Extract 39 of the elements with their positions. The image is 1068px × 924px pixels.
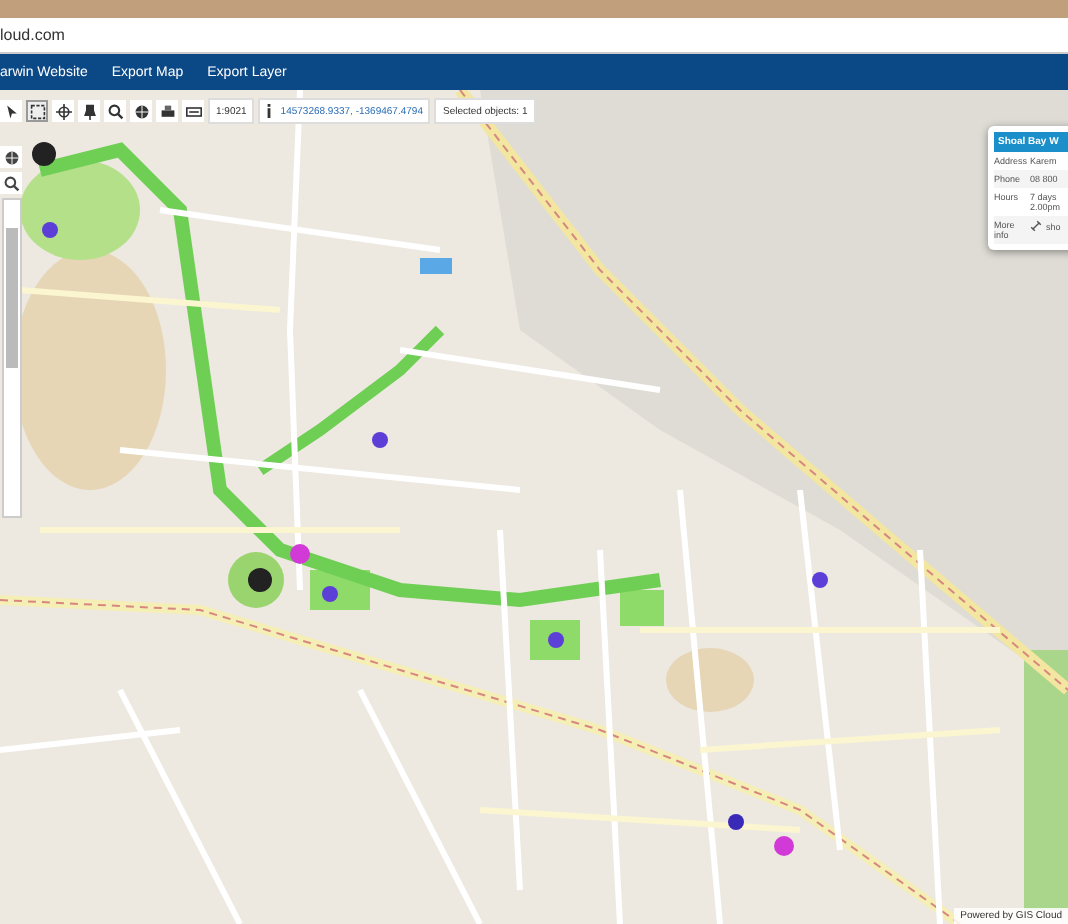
building-marker[interactable]	[420, 258, 452, 274]
cursor-icon	[3, 103, 19, 119]
ball-marker[interactable]	[248, 568, 272, 592]
keyboard-button[interactable]	[182, 100, 204, 122]
zoom-button[interactable]	[0, 172, 22, 194]
pin-icon	[81, 103, 97, 119]
globe-tool-button[interactable]	[130, 100, 152, 122]
printer-icon	[159, 103, 175, 119]
dashed-box-icon	[29, 103, 45, 119]
search-icon	[3, 175, 19, 191]
map-marker[interactable]	[372, 432, 388, 448]
globe-button[interactable]	[0, 146, 22, 168]
map-marker[interactable]	[322, 586, 338, 602]
keyboard-icon	[185, 103, 201, 119]
map-marker[interactable]	[290, 544, 310, 564]
park-area	[620, 590, 664, 626]
pin-tool-button[interactable]	[78, 100, 100, 122]
info-icon	[266, 104, 273, 118]
map-marker[interactable]	[42, 222, 58, 238]
park-area	[20, 160, 140, 260]
scroll-bar[interactable]	[2, 198, 22, 518]
print-button[interactable]	[156, 100, 178, 122]
crosshair-icon	[55, 103, 71, 119]
map-marker[interactable]	[728, 814, 744, 830]
select-tool-button[interactable]	[26, 100, 48, 122]
map-marker[interactable]	[774, 836, 794, 856]
search-icon	[107, 103, 123, 119]
map-marker[interactable]	[812, 572, 828, 588]
link-icon	[1030, 220, 1042, 232]
school-ground	[666, 648, 754, 712]
globe-icon	[133, 103, 149, 119]
park-area	[530, 620, 580, 660]
ball-marker[interactable]	[32, 142, 56, 166]
globe-icon	[3, 149, 19, 165]
pointer-tool-button[interactable]	[0, 100, 22, 122]
pan-tool-button[interactable]	[52, 100, 74, 122]
url-text: loud.com	[0, 26, 65, 44]
map-marker[interactable]	[548, 632, 564, 648]
zoom-tool-button[interactable]	[104, 100, 126, 122]
